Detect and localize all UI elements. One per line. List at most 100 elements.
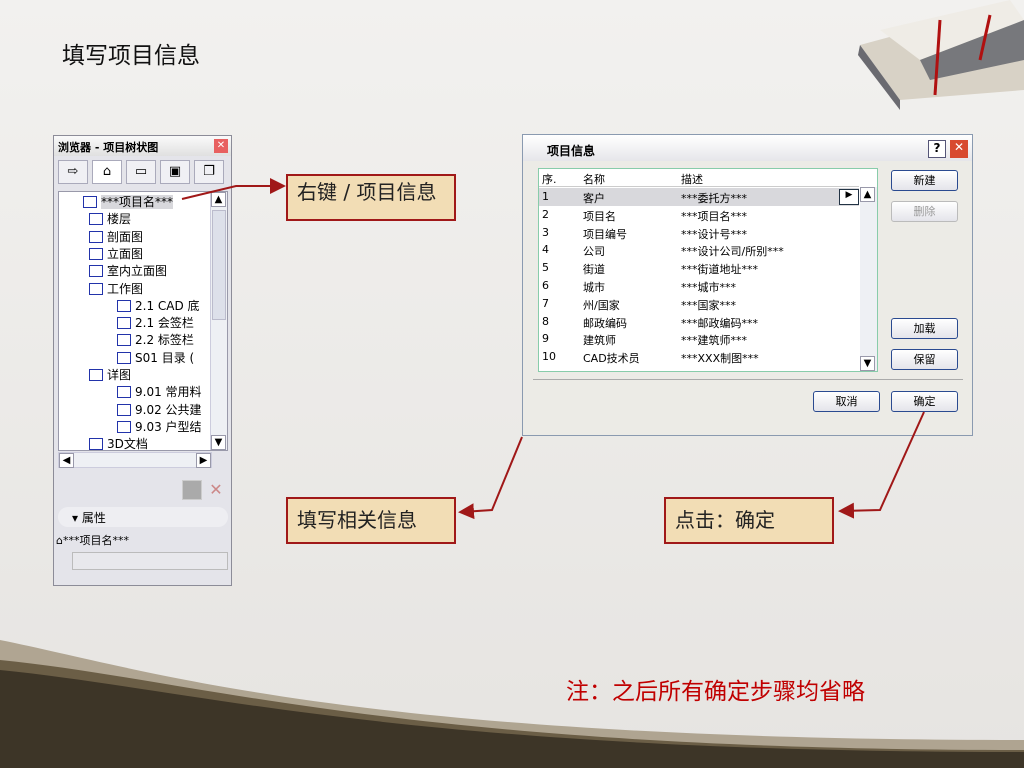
column-number[interactable]: 序. — [542, 171, 557, 187]
properties-toggle[interactable]: ▾ 属性 — [58, 507, 228, 527]
tree-node[interactable]: 工作图 — [89, 281, 143, 298]
close-icon[interactable]: ✕ — [950, 140, 968, 158]
tree-node[interactable]: S01 目录 ( — [117, 350, 194, 367]
row-name: 项目编号 — [583, 227, 627, 241]
tree-node-label: 9.02 公共建 — [135, 402, 202, 417]
slide-note: 注：之后所有确定步骤均省略 — [566, 679, 865, 705]
table-row[interactable]: 6 城市 ***城市*** — [539, 277, 859, 295]
view-icon — [117, 420, 131, 433]
table-row[interactable]: 3 项目编号 ***设计号*** — [539, 224, 859, 242]
view-map-tab[interactable]: ▭ — [126, 160, 156, 184]
tree-node-label: 楼层 — [107, 212, 132, 227]
view-icon — [89, 265, 103, 278]
view-icon — [117, 334, 131, 347]
row-number: 4 — [542, 243, 549, 257]
row-description[interactable]: ***设计号*** — [681, 226, 747, 242]
tree-node[interactable]: 楼层 — [89, 211, 131, 228]
project-tree-tab[interactable]: ⌂ — [92, 160, 122, 184]
browser-title: 浏览器 - 项目树状图 — [58, 141, 159, 154]
horizontal-scrollbar[interactable]: ◀ ▶ — [58, 452, 212, 468]
row-number: 1 — [542, 190, 549, 203]
callout-right-click: 右键 / 项目信息 — [286, 174, 456, 221]
tree-node[interactable]: 2.1 CAD 底 — [117, 298, 200, 315]
row-number: 8 — [542, 314, 549, 328]
row-name: 邮政编码 — [583, 316, 627, 330]
row-description[interactable]: ***设计公司/所别*** — [681, 243, 784, 259]
help-icon[interactable]: ? — [928, 140, 946, 158]
tree-node[interactable]: 立面图 — [89, 246, 143, 263]
row-description[interactable]: ***街道地址*** — [681, 261, 758, 277]
table-header: 序. 名称 描述 — [539, 169, 859, 187]
project-name-field[interactable]: ⌂***项目名*** — [56, 532, 129, 548]
view-icon — [117, 351, 131, 364]
tree-node-label: S01 目录 ( — [135, 350, 195, 365]
table-row[interactable]: 9 建筑师 ***建筑师*** — [539, 330, 859, 348]
tree-node-label: 9.03 户型结 — [135, 419, 202, 434]
tree-node-label: 2.1 CAD 底 — [135, 298, 200, 313]
table-row[interactable]: 4 公司 ***设计公司/所别*** — [539, 241, 859, 259]
tree-node-label: 工作图 — [107, 281, 144, 296]
tree-node[interactable]: ***项目名*** — [83, 194, 174, 211]
delete-icon[interactable]: ✕ — [206, 480, 226, 500]
property-field[interactable] — [72, 552, 228, 570]
table-row[interactable]: 10 CAD技术员 ***XXX制图*** — [539, 348, 859, 366]
book-icon — [858, 0, 1024, 110]
bottom-wave — [0, 640, 1024, 768]
table-row[interactable]: 7 州/国家 ***国家*** — [539, 295, 859, 313]
row-description[interactable]: ***委托方*** — [681, 190, 747, 206]
row-number: 7 — [542, 296, 549, 310]
tree-node[interactable]: 2.1 会签栏 — [117, 315, 194, 332]
column-description[interactable]: 描述 — [681, 171, 703, 187]
info-table: 序. 名称 描述 1 客户 ***委托方*** 2 项目名 ***项目名*** 3 项目编号 *… — [538, 168, 878, 372]
browser-panel: 浏览器 - 项目树状图 ✕ ⇨ ⌂ ▭ ▣ ❐ ***项目名*** 楼层剖面图 立面图… — [53, 135, 232, 586]
vertical-scrollbar[interactable]: ▲ ▼ — [210, 192, 227, 450]
publisher-tab[interactable]: ⇨ — [58, 160, 88, 184]
layout-book-tab[interactable]: ▣ — [160, 160, 190, 184]
row-description[interactable]: ***XXX制图*** — [681, 350, 759, 366]
expand-arrow-icon[interactable]: ▶ — [839, 189, 859, 205]
tree-node-label: 3D文档 — [107, 437, 148, 452]
row-description[interactable]: ***项目名*** — [681, 208, 747, 224]
tree-node[interactable]: 9.02 公共建 — [117, 402, 202, 419]
close-icon[interactable]: ✕ — [214, 139, 228, 153]
tree-node[interactable]: 9.01 常用料 — [117, 384, 202, 401]
row-name: 建筑师 — [583, 334, 616, 348]
tree-node-label: 2.2 标签栏 — [135, 333, 194, 348]
row-name: 州/国家 — [583, 298, 620, 312]
tree-node-label: 详图 — [107, 368, 132, 382]
tree-node-label: 2.1 会签栏 — [135, 316, 194, 331]
row-number: 2 — [542, 207, 549, 221]
row-description[interactable]: ***建筑师*** — [681, 332, 747, 348]
table-row[interactable]: 8 邮政编码 ***邮政编码*** — [539, 313, 859, 331]
cancel-button[interactable]: 取消 — [813, 391, 880, 412]
row-number: 3 — [542, 225, 549, 239]
view-icon — [117, 386, 131, 399]
view-icon — [117, 299, 131, 312]
new-folder-icon[interactable] — [182, 480, 202, 500]
ok-button[interactable]: 确定 — [891, 391, 958, 412]
row-description[interactable]: ***国家*** — [681, 297, 736, 313]
save-button[interactable]: 保留 — [891, 349, 958, 370]
tree-node[interactable]: 2.2 标签栏 — [117, 332, 194, 349]
table-row[interactable]: 1 客户 ***委托方*** — [539, 188, 859, 206]
row-description[interactable]: ***城市*** — [681, 279, 736, 295]
tree-node[interactable]: 3D文档 — [89, 436, 148, 453]
tree-node-label: 立面图 — [107, 246, 144, 261]
table-row[interactable]: 2 项目名 ***项目名*** — [539, 206, 859, 224]
column-name[interactable]: 名称 — [583, 171, 605, 187]
delete-button[interactable]: 删除 — [891, 201, 958, 222]
table-row[interactable]: 5 街道 ***街道地址*** — [539, 259, 859, 277]
tree-node[interactable]: 剖面图 — [89, 229, 143, 246]
project-tree: ***项目名*** 楼层剖面图 立面图室内立面图 工作图 2.1 CAD 底 2.1 会签… — [58, 191, 228, 451]
new-button[interactable]: 新建 — [891, 170, 958, 191]
view-icon — [89, 282, 103, 295]
tree-node[interactable]: 详图 — [89, 367, 131, 384]
row-description[interactable]: ***邮政编码*** — [681, 315, 758, 331]
tree-node[interactable]: 室内立面图 — [89, 263, 167, 280]
publisher-sets-tab[interactable]: ❐ — [194, 160, 224, 184]
load-button[interactable]: 加载 — [891, 318, 958, 339]
table-scrollbar[interactable]: ▲ ▼ — [860, 187, 877, 371]
view-icon — [89, 369, 103, 381]
tree-node[interactable]: 9.03 户型结 — [117, 419, 202, 436]
callout-fill-info: 填写相关信息 — [286, 497, 456, 544]
